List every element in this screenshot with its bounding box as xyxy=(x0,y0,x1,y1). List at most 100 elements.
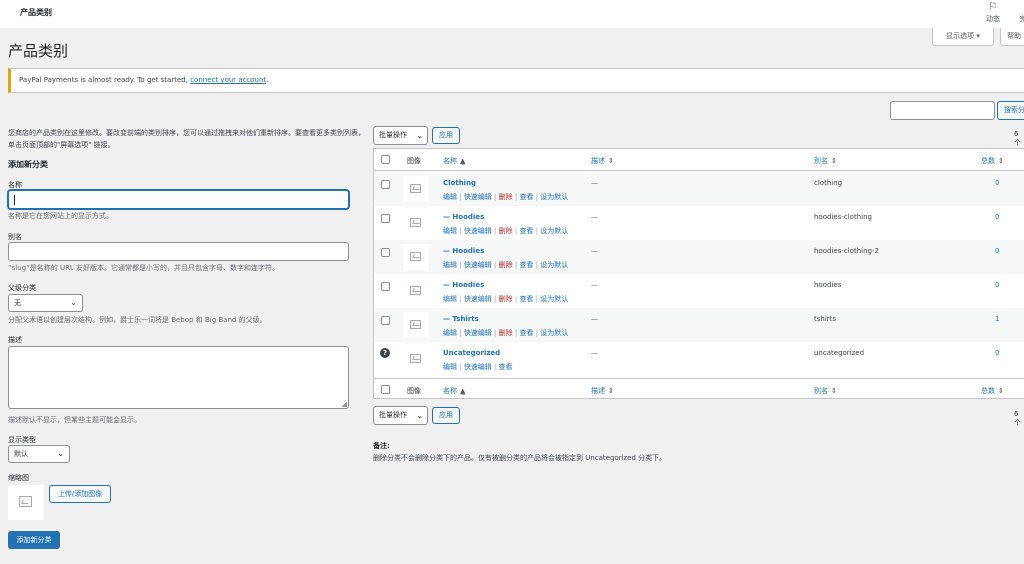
bulk-actions-select-top[interactable]: 批量操作 ⌄ xyxy=(373,126,428,145)
row-count-link[interactable]: 0 xyxy=(995,213,999,221)
row-actions: 编辑 | 快速编辑 | 查看 xyxy=(443,363,513,371)
connect-account-link[interactable]: connect your account xyxy=(190,76,266,84)
set-default-link[interactable]: 设为默认 xyxy=(540,329,568,337)
quick-edit-link[interactable]: 快速编辑 xyxy=(464,261,492,269)
header-slug[interactable]: 别名 ⇕ xyxy=(814,156,837,166)
footer-slug[interactable]: 别名 ⇕ xyxy=(814,386,837,396)
row-count-link[interactable]: 0 xyxy=(995,349,999,357)
row-count-link[interactable]: 0 xyxy=(995,247,999,255)
display-type-select[interactable]: 默认 ⌄ xyxy=(8,445,70,463)
row-slug: clothing xyxy=(814,179,843,187)
set-default-link[interactable]: 设为默认 xyxy=(540,227,568,235)
view-link[interactable]: 查看 xyxy=(499,363,513,371)
row-count-link[interactable]: 0 xyxy=(995,281,999,289)
set-default-link[interactable]: 设为默认 xyxy=(540,295,568,303)
help-tab[interactable]: 帮助 xyxy=(1000,28,1024,46)
edit-link[interactable]: 编辑 xyxy=(443,295,457,303)
header-description[interactable]: 描述 ⇕ xyxy=(591,156,614,166)
note-text: 删除分类不会删除分类下的产品。仅有被删分类的产品将会被指定到 Uncategor… xyxy=(373,454,667,462)
view-link[interactable]: 查看 xyxy=(519,227,533,235)
image-placeholder-icon xyxy=(410,286,421,295)
finish-button[interactable]: 完 xyxy=(1008,0,1024,24)
footer-description[interactable]: 描述 ⇕ xyxy=(591,386,614,396)
sort-icon: ⇕ xyxy=(608,387,614,395)
finish-icon xyxy=(1008,1,1024,13)
quick-edit-link[interactable]: 快速编辑 xyxy=(464,295,492,303)
row-checkbox[interactable] xyxy=(381,316,390,325)
edit-link[interactable]: 编辑 xyxy=(443,363,457,371)
footer-image: 图像 xyxy=(407,387,421,395)
row-count-link[interactable]: 1 xyxy=(995,315,999,323)
category-name-link[interactable]: — Hoodies xyxy=(443,213,484,221)
chevron-down-icon: ⌄ xyxy=(416,411,423,420)
view-link[interactable]: 查看 xyxy=(519,295,533,303)
description-hint: 描述默认不显示，但某些主题可能会显示。 xyxy=(8,416,141,424)
footer-count[interactable]: 总数 ⇕ xyxy=(981,386,1004,396)
top-toolbar: 产品类别 ⚐ 动态 完 xyxy=(0,0,1024,28)
table-footer: 图像 名称 ▲̲ 描述 ⇕ 别名 ⇕ 总数 ⇕ xyxy=(374,378,1024,400)
activity-button[interactable]: ⚐ 动态 xyxy=(978,0,1008,24)
view-link[interactable]: 查看 xyxy=(519,193,533,201)
add-category-button[interactable]: 添加新分类 xyxy=(8,531,60,549)
set-default-link[interactable]: 设为默认 xyxy=(540,261,568,269)
row-actions: 编辑 | 快速编辑 | 删除 | 查看 | 设为默认 xyxy=(443,227,569,235)
quick-edit-link[interactable]: 快速编辑 xyxy=(464,329,492,337)
table-row: — Tshirts 编辑 | 快速编辑 | 删除 | 查看 | 设为默认 — t… xyxy=(374,308,1024,342)
footer-name[interactable]: 名称 ▲̲ xyxy=(443,386,465,396)
delete-link[interactable]: 删除 xyxy=(499,295,513,303)
table-row: Clothing 编辑 | 快速编辑 | 删除 | 查看 | 设为默认 — cl… xyxy=(374,172,1024,206)
category-name-link[interactable]: — Tshirts xyxy=(443,315,479,323)
edit-link[interactable]: 编辑 xyxy=(443,227,457,235)
paypal-notice: PayPal Payments is almost ready. To get … xyxy=(8,68,1024,93)
row-checkbox[interactable] xyxy=(381,180,390,189)
search-button[interactable]: 搜索分 xyxy=(997,101,1024,120)
resize-handle-icon[interactable]: ◢ xyxy=(342,400,347,408)
edit-link[interactable]: 编辑 xyxy=(443,261,457,269)
row-checkbox[interactable] xyxy=(381,214,390,223)
table-header: 图像 名称 ▲̲ 描述 ⇕ 别名 ⇕ 总数 ⇕ xyxy=(374,149,1024,171)
row-count-link[interactable]: 0 xyxy=(995,179,999,187)
parent-select[interactable]: 无 ⌄ xyxy=(8,294,83,312)
header-count[interactable]: 总数 ⇕ xyxy=(981,156,1004,166)
delete-link[interactable]: 删除 xyxy=(499,193,513,201)
name-input[interactable] xyxy=(8,190,349,209)
search-input[interactable] xyxy=(890,101,995,120)
view-link[interactable]: 查看 xyxy=(519,329,533,337)
sort-icon: ▲̲ xyxy=(460,387,466,395)
delete-link[interactable]: 删除 xyxy=(499,261,513,269)
quick-edit-link[interactable]: 快速编辑 xyxy=(464,363,492,371)
category-name-link[interactable]: Clothing xyxy=(443,179,476,187)
row-actions: 编辑 | 快速编辑 | 删除 | 查看 | 设为默认 xyxy=(443,295,569,303)
screen-options-tab[interactable]: 显示选项 ▾ xyxy=(932,28,994,46)
select-all-checkbox-footer[interactable] xyxy=(381,385,390,394)
view-link[interactable]: 查看 xyxy=(519,261,533,269)
apply-button-top[interactable]: 应用 xyxy=(432,127,460,144)
category-name-link[interactable]: Uncategorized xyxy=(443,349,500,357)
edit-link[interactable]: 编辑 xyxy=(443,193,457,201)
bulk-actions-select-bottom[interactable]: 批量操作 ⌄ xyxy=(373,406,428,425)
row-checkbox[interactable] xyxy=(381,282,390,291)
slug-description: “slug”是名称的 URL 友好版本。它通常都是小写的，并且只包含字母、数字和… xyxy=(8,264,280,272)
description-textarea[interactable]: ◢ xyxy=(8,346,349,409)
table-row: — Hoodies 编辑 | 快速编辑 | 删除 | 查看 | 设为默认 — h… xyxy=(374,274,1024,308)
quick-edit-link[interactable]: 快速编辑 xyxy=(464,227,492,235)
row-thumbnail xyxy=(403,210,429,236)
set-default-link[interactable]: 设为默认 xyxy=(540,193,568,201)
select-all-checkbox[interactable] xyxy=(381,155,390,164)
help-icon[interactable]: ? xyxy=(380,348,390,358)
delete-link[interactable]: 删除 xyxy=(499,227,513,235)
category-name-link[interactable]: — Hoodies xyxy=(443,247,484,255)
note-heading: 备注: xyxy=(373,442,390,450)
quick-edit-link[interactable]: 快速编辑 xyxy=(464,193,492,201)
upload-image-button[interactable]: 上传/添加图像 xyxy=(49,485,111,503)
slug-input[interactable] xyxy=(8,242,349,261)
row-checkbox[interactable] xyxy=(381,248,390,257)
category-name-link[interactable]: — Hoodies xyxy=(443,281,484,289)
category-table: 图像 名称 ▲̲ 描述 ⇕ 别名 ⇕ 总数 ⇕ Clothing 编辑 | 快速编辑 |… xyxy=(373,148,1024,399)
apply-button-bottom[interactable]: 应用 xyxy=(432,407,460,424)
delete-link[interactable]: 删除 xyxy=(499,329,513,337)
name-description: 名称是它在您网站上的显示方式。 xyxy=(8,212,113,220)
edit-link[interactable]: 编辑 xyxy=(443,329,457,337)
thumbnail-preview xyxy=(8,485,44,520)
header-name[interactable]: 名称 ▲̲ xyxy=(443,156,465,166)
